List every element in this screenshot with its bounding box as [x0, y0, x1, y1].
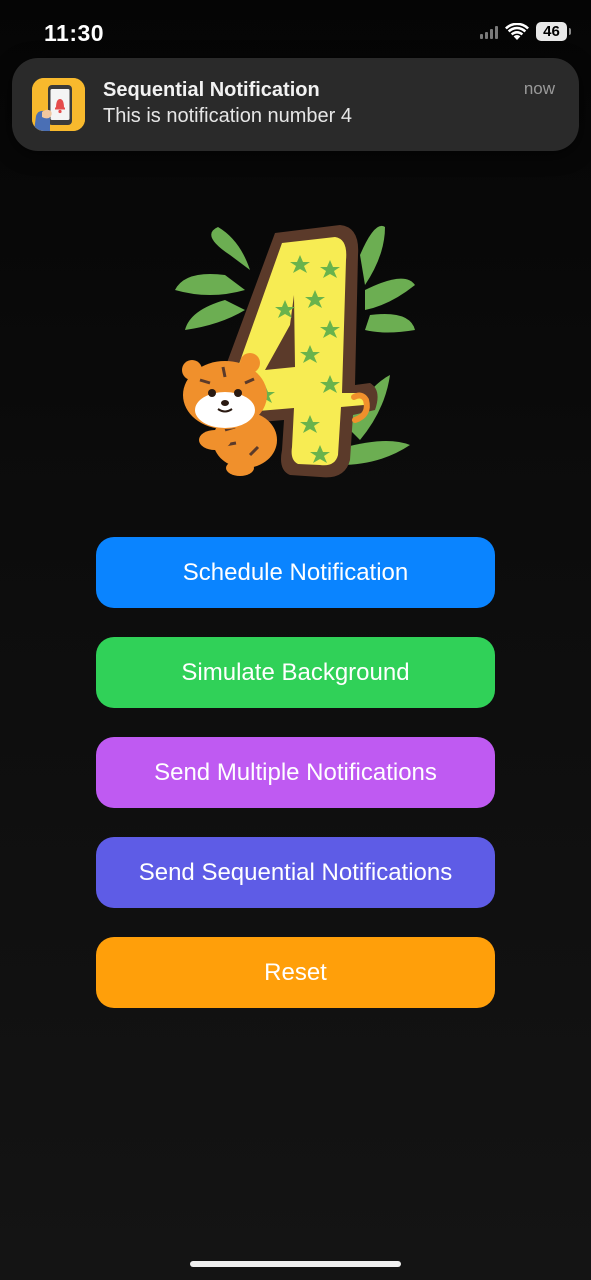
status-icons: 46 — [480, 22, 571, 41]
notification-title: Sequential Notification — [103, 79, 320, 101]
number-four-tiger-illustration — [175, 225, 415, 478]
reset-button[interactable]: Reset — [96, 937, 495, 1008]
notification-time: now — [523, 79, 555, 98]
notification-banner[interactable]: Sequential Notification This is notifica… — [12, 58, 579, 151]
battery-icon: 46 — [536, 22, 571, 41]
status-time: 11:30 — [44, 20, 105, 46]
send-sequential-notifications-button[interactable]: Send Sequential Notifications — [96, 837, 495, 908]
app-phone-bell-icon — [32, 78, 85, 131]
send-multiple-notifications-button[interactable]: Send Multiple Notifications — [96, 737, 495, 808]
wifi-icon — [505, 22, 529, 40]
app-screen: 11:30 46 Sequential Notification This is… — [0, 0, 591, 1280]
simulate-background-button[interactable]: Simulate Background — [96, 637, 495, 708]
battery-level: 46 — [543, 23, 560, 40]
cellular-signal-icon — [480, 25, 498, 39]
home-indicator[interactable] — [190, 1261, 401, 1267]
notification-body: This is notification number 4 — [103, 105, 353, 127]
schedule-notification-button[interactable]: Schedule Notification — [96, 537, 495, 608]
